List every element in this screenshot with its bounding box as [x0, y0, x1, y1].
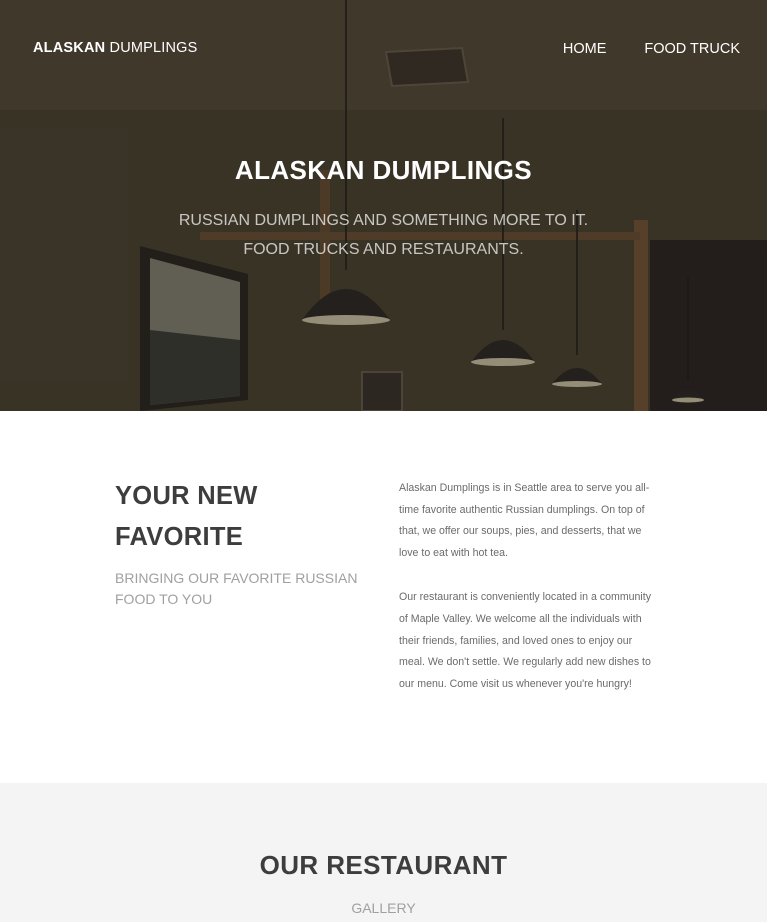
brand-logo-link[interactable]: ALASKAN DUMPLINGS — [33, 40, 198, 56]
about-subtitle: BRINGING OUR FAVORITE RUSSIAN FOOD TO YO… — [115, 570, 358, 607]
gallery-subtitle: GALLERY — [351, 900, 416, 916]
nav-link-food-truck[interactable]: FOOD TRUCK — [644, 41, 740, 57]
nav-link-home[interactable]: HOME — [563, 41, 607, 57]
top-navigation: ALASKAN DUMPLINGS HOME FOOD TRUCK — [0, 0, 767, 100]
about-paragraph-2: Our restaurant is conveniently located i… — [399, 591, 652, 690]
hero-subtitle-line-2: FOOD TRUCKS AND RESTAURANTS. — [243, 241, 524, 258]
gallery-section: OUR RESTAURANT GALLERY — [0, 783, 767, 922]
nav-links: HOME FOOD TRUCK — [563, 41, 740, 57]
brand-rest: DUMPLINGS — [105, 40, 198, 56]
hero-subtitle-line-1: RUSSIAN DUMPLINGS AND SOMETHING MORE TO … — [178, 212, 589, 229]
gallery-title: OUR RESTAURANT — [259, 850, 508, 880]
brand-bold: ALASKAN — [33, 40, 106, 56]
hero-subtitle: RUSSIAN DUMPLINGS AND SOMETHING MORE TO … — [0, 206, 767, 264]
hero-section: ALASKAN DUMPLINGS HOME FOOD TRUCK ALASKA… — [0, 0, 767, 411]
hero-title: ALASKAN DUMPLINGS — [234, 155, 533, 185]
about-paragraph-1: Alaskan Dumplings is in Seattle area to … — [399, 482, 650, 559]
about-description: Alaskan Dumplings is in Seattle area to … — [399, 478, 654, 695]
about-title: YOUR NEW FAVORITE — [115, 482, 258, 551]
